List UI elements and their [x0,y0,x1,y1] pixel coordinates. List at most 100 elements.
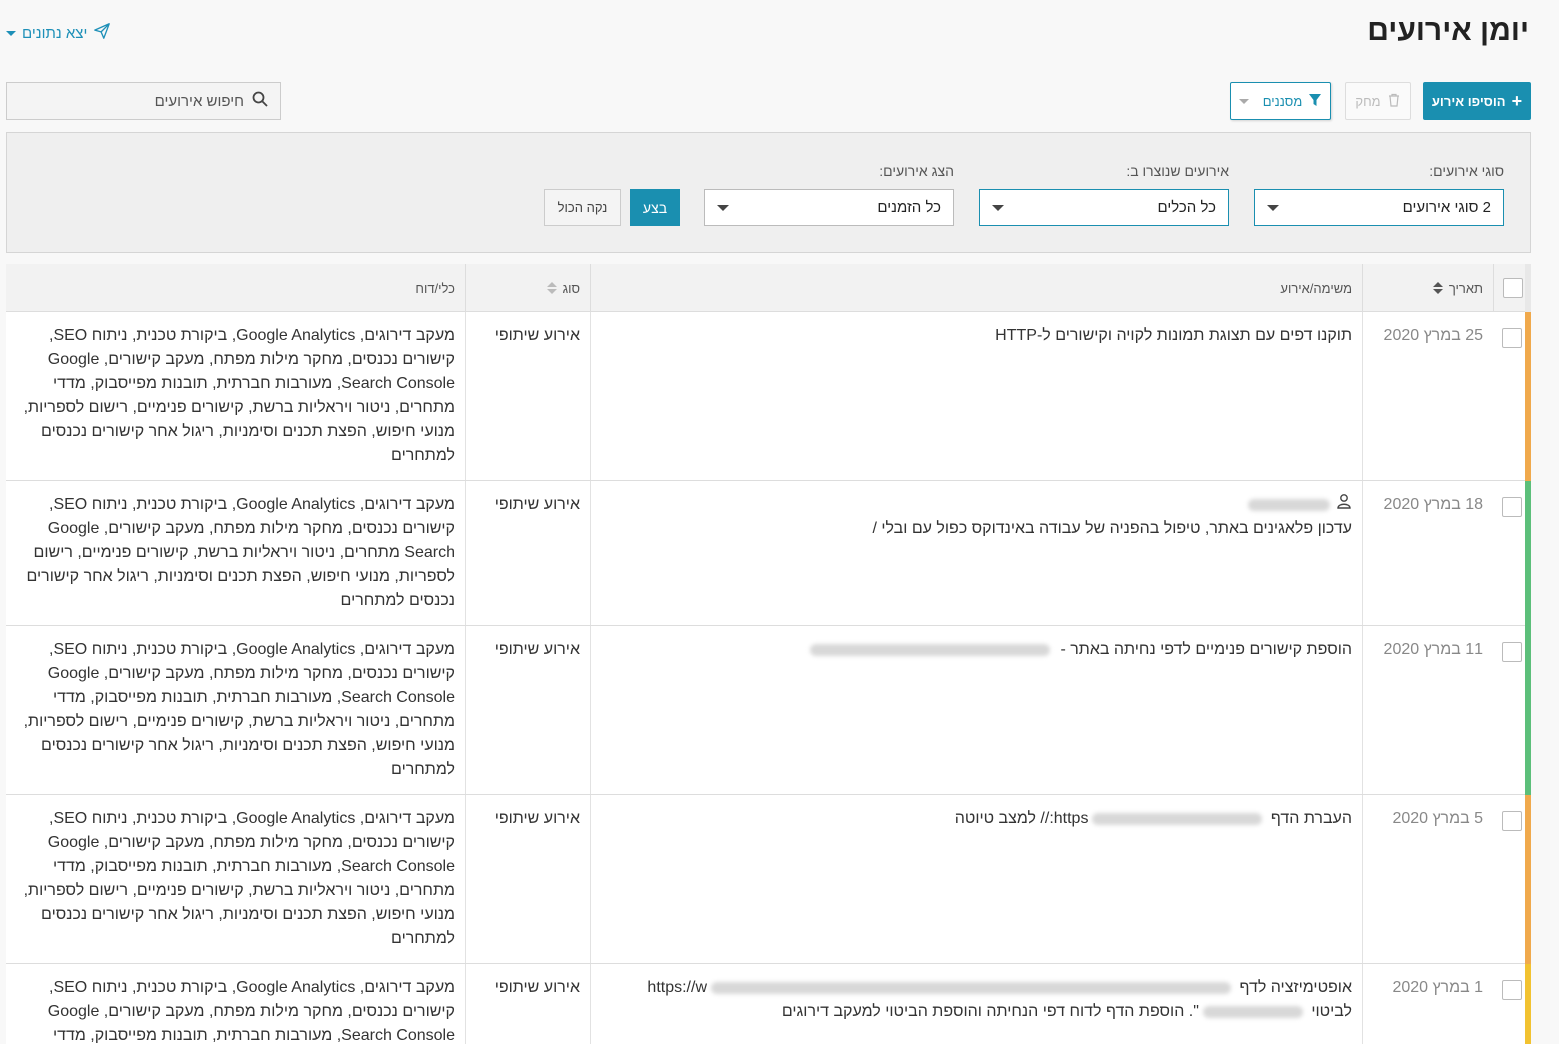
paper-plane-icon [93,22,111,44]
row-task-cell: עדכון פלאגינים באתר, טיפול בהפניה של עבו… [590,481,1362,625]
filter-panel: סוגי אירועים: 2 סוגי אירועים אירועים שנו… [6,132,1531,253]
redacted-phrase [1202,1005,1303,1018]
created-in-select[interactable]: כל הכלים [979,189,1229,226]
chevron-down-icon [1267,204,1279,211]
row-status-bar [1525,795,1531,964]
row-checkbox[interactable] [1502,497,1522,517]
row-task-prefix: העברת הדף [1270,810,1352,827]
type-header-label: סוג [562,280,580,296]
event-types-select[interactable]: 2 סוגי אירועים [1254,189,1504,226]
clear-all-button[interactable]: נקה הכול [544,189,621,226]
filters-label: מסננים [1262,93,1303,109]
row-checkbox[interactable] [1502,980,1522,1000]
trash-icon [1387,93,1401,110]
column-header-type[interactable]: סוג [465,264,590,312]
sort-icon [546,282,557,294]
row-type: אירוע שיתופי [465,312,590,480]
events-table: תאריך משימה/אירוע סוג כלי/דוח 25 במרץ 20… [6,264,1531,1044]
run-button[interactable]: בצע [630,189,680,226]
search-input[interactable]: חיפוש אירועים [6,82,281,120]
row-date: 18 במרץ 2020 [1362,481,1493,625]
row-tools: מעקב דירוגים, Google Analytics, ביקורת ט… [23,641,455,778]
export-label: יצא נתונים [22,24,88,42]
delete-label: מחק [1355,93,1381,109]
row-date: 11 במרץ 2020 [1362,626,1493,794]
chevron-down-icon [1238,98,1249,104]
table-row[interactable]: 18 במרץ 2020 עדכון פלאגינים באתר, טיפול … [6,481,1531,626]
table-row[interactable]: 1 במרץ 2020 אופטימיזציה לדף https://w לב… [6,964,1531,1044]
row-type: אירוע שיתופי [465,626,590,794]
row-task-line1-text: אופטימיזציה לדף [1239,979,1352,996]
delete-button[interactable]: מחק [1345,82,1411,120]
page-title: יומן אירועים [1367,14,1529,47]
row-task-line2-a: לביטוי [1311,1003,1352,1020]
row-status-bar [1525,481,1531,626]
row-checkbox[interactable] [1502,642,1522,662]
row-task: הוספת קישורים פנימיים לדפי נחיתה באתר - [1060,641,1352,658]
row-task-cell: אופטימיזציה לדף https://w לביטוי ". הוספ… [590,964,1362,1044]
add-event-label: הוסיפו אירוע [1431,93,1506,109]
row-task: תוקנו דפים עם תצוגת תמונות לקויה וקישורי… [590,312,1362,480]
filter-icon [1308,93,1322,110]
tools-header-label: כלי/דוח [415,280,455,296]
row-status-bars [1525,264,1531,1044]
column-header-tools: כלי/דוח [6,264,465,312]
row-tools: מעקב דירוגים, Google Analytics, ביקורת ט… [23,327,455,464]
add-event-button[interactable]: + הוסיפו אירוע [1423,82,1531,120]
plus-icon: + [1511,91,1523,111]
chevron-down-icon [992,204,1004,211]
row-status-bar [1525,312,1531,481]
row-checkbox[interactable] [1502,328,1522,348]
search-placeholder: חיפוש אירועים [154,92,244,110]
event-types-value: 2 סוגי אירועים [1402,199,1491,216]
date-header-label: תאריך [1448,280,1483,296]
row-task-cell: הוספת קישורים פנימיים לדפי נחיתה באתר - [590,626,1362,794]
table-header: תאריך משימה/אירוע סוג כלי/דוח [6,264,1531,312]
column-header-date[interactable]: תאריך [1362,264,1493,312]
row-date: 1 במרץ 2020 [1362,964,1493,1044]
column-header-task: משימה/אירוע [590,264,1362,312]
row-date: 5 במרץ 2020 [1362,795,1493,963]
redacted-text [809,643,1050,656]
row-tools: מעקב דירוגים, Google Analytics, ביקורת ט… [47,979,455,1044]
created-in-label: אירועים שנוצרו ב: [1126,163,1229,179]
row-task-cell: העברת הדף https:// למצב טיוטה [590,795,1362,963]
event-types-label: סוגי אירועים: [1429,163,1504,179]
row-task-url: https:// [1040,810,1089,827]
row-task-end: למצב טיוטה [954,810,1036,827]
select-all-checkbox[interactable] [1502,278,1523,298]
user-icon [1336,493,1352,517]
row-checkbox[interactable] [1502,811,1522,831]
chevron-down-icon [717,204,729,211]
table-row[interactable]: 11 במרץ 2020 הוספת קישורים פנימיים לדפי … [6,626,1531,795]
redacted-url [711,981,1231,994]
row-task-line2-b: ". הוספת הדף לדוח דפי הנחיתה והוספת הביט… [781,1003,1199,1020]
row-tools: מעקב דירוגים, Google Analytics, ביקורת ט… [23,810,455,947]
filters-button[interactable]: מסננים [1230,82,1331,120]
author-name-redacted [1248,499,1330,511]
row-task-line2: לביטוי ". הוספת הדף לדוח דפי הנחיתה והוס… [601,1000,1352,1024]
sort-icon [1432,282,1443,294]
show-events-label: הצג אירועים: [879,163,954,179]
row-task-line1: אופטימיזציה לדף https://w [601,976,1352,1000]
row-task: עדכון פלאגינים באתר, טיפול בהפניה של עבו… [872,520,1352,537]
row-task-url: https://w [647,979,707,996]
show-events-value: כל הזמנים [877,199,941,216]
export-data-link[interactable]: יצא נתונים [6,22,111,44]
row-type: אירוע שיתופי [465,964,590,1044]
row-type: אירוע שיתופי [465,481,590,625]
row-date: 25 במרץ 2020 [1362,312,1493,480]
created-in-value: כל הכלים [1157,199,1216,216]
row-status-bar [1525,964,1531,1044]
table-row[interactable]: 25 במרץ 2020 תוקנו דפים עם תצוגת תמונות … [6,312,1531,481]
row-tools: מעקב דירוגים, Google Analytics, ביקורת ט… [26,496,455,609]
chevron-down-icon [6,30,16,36]
row-type: אירוע שיתופי [465,795,590,963]
row-status-bar [1525,626,1531,795]
row-author [601,493,1352,517]
show-events-select[interactable]: כל הזמנים [704,189,954,226]
search-icon [252,91,268,111]
redacted-url [1092,812,1263,825]
table-row[interactable]: 5 במרץ 2020 העברת הדף https:// למצב טיוט… [6,795,1531,964]
task-header-label: משימה/אירוע [1280,280,1352,296]
